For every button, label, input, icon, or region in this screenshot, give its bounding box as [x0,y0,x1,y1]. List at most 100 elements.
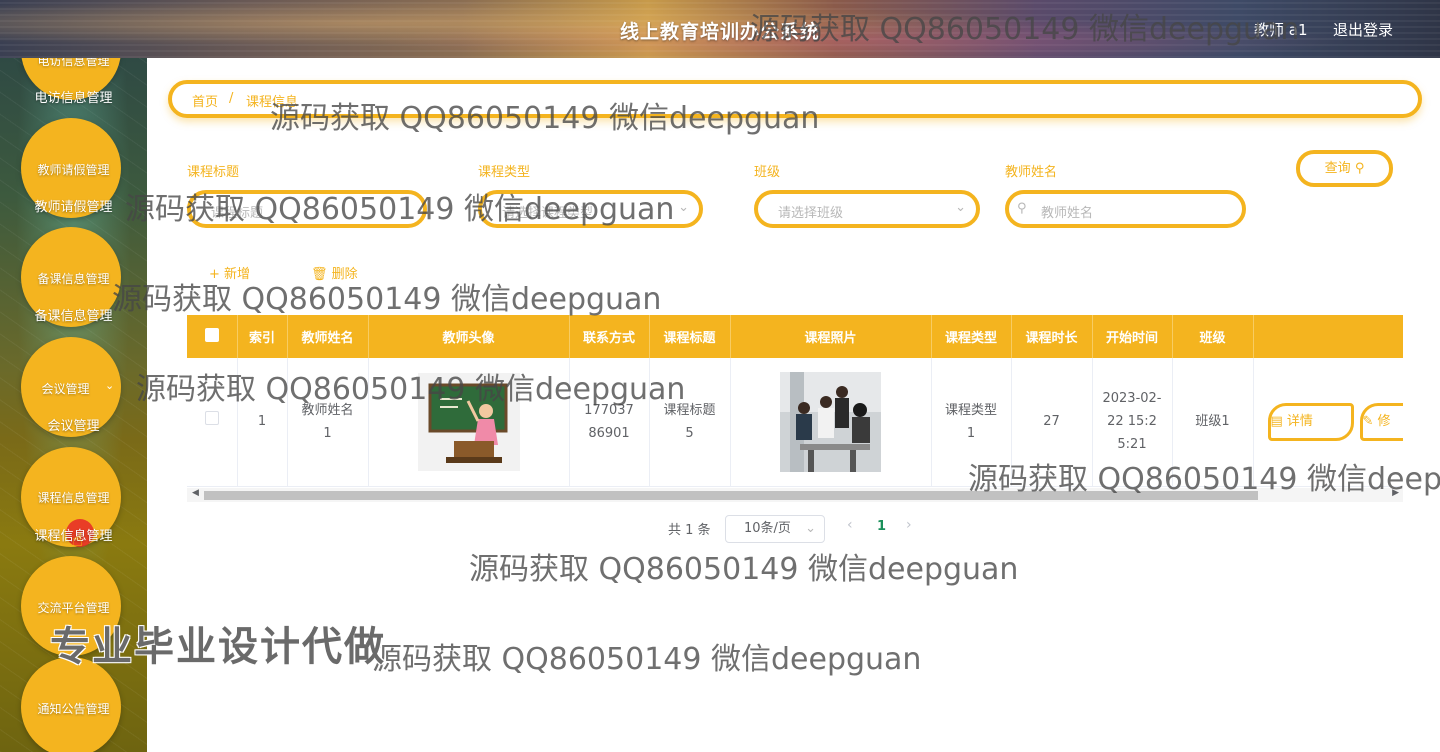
cell-teacher-name: 教师姓名1 [287,358,369,487]
start-time-text: 2023-02-22 15:25:21 [1102,391,1162,453]
scrollbar-thumb[interactable] [204,491,1258,500]
sidebar-item-label: 会议管理 [41,382,90,396]
search-icon: ⚲ [1017,201,1027,216]
breadcrumb-home[interactable]: 首页 [192,91,218,110]
edit-button[interactable]: ✎ 修 [1359,402,1403,441]
course-title-label: 课程标题 [187,165,240,180]
course-type-text: 课程类型1 [944,402,997,441]
column-header: 课程照片 [730,315,932,358]
watermark-text: 源码获取 QQ86050149 微信deepguan [112,282,662,317]
cell-phone: 17703786901 [569,358,650,487]
trash-icon: 🗑 [311,267,332,282]
column-header: 课程类型 [931,315,1012,358]
sidebar-item-phone-visit[interactable]: 电访信息管理 [0,87,147,106]
column-header: 教师姓名 [287,315,369,358]
detail-button[interactable]: ▤ 详情 [1267,402,1354,441]
cell-index: 1 [237,358,288,487]
breadcrumb: 首页 / 课程信息 [168,80,1422,118]
pencil-icon: ✎ [1362,413,1378,429]
delete-button-label: 删除 [331,267,358,282]
table-header-row: 索引 教师姓名 教师头像 联系方式 课程标题 课程照片 课程类型 课程时长 开始… [187,315,1403,358]
prev-page-button[interactable]: ‹ [847,517,853,533]
cell-duration: 27 [1011,358,1093,487]
scroll-right-icon[interactable]: ▶ [1392,488,1399,498]
query-button-label: 查询 [1324,161,1351,176]
chevron-down-icon: ⌄ [678,200,689,215]
select-all-checkbox[interactable] [204,327,219,342]
course-title-input[interactable]: 课程标题 [187,190,427,228]
table-row: 1 教师姓名1 17703786901 课程标题5 课程类型1 27 2023-… [187,358,1403,487]
course-type-placeholder: 请选择课程类型 [502,206,594,221]
page-number[interactable]: 1 [877,519,886,534]
cell-course-photo [730,358,932,487]
document-icon: ▤ [1270,413,1287,429]
cell-teacher-avatar [368,358,570,487]
course-type-label: 课程类型 [478,165,531,180]
class-label: 班级 [754,165,781,180]
horizontal-scrollbar[interactable]: ◀ ▶ [187,488,1403,502]
cell-start-time: 2023-02-22 15:25:21 [1092,358,1173,487]
class-select[interactable]: 请选择班级 ⌄ [754,190,980,228]
sidebar-subitem-teacher-leave[interactable]: 教师请假管理 [0,196,147,215]
course-title-text: 课程标题5 [663,402,716,441]
teacher-name-label: 教师姓名 [1005,165,1058,180]
edit-button-label: 修 [1377,413,1391,429]
teacher-name-placeholder: 教师姓名 [1041,206,1094,221]
row-select-cell[interactable] [187,358,238,487]
top-bar: 线上教育培训办公系统 教师 a1 退出登录 [0,0,1440,58]
chevron-down-icon: ⌄ [805,521,816,536]
course-table: 索引 教师姓名 教师头像 联系方式 课程标题 课程照片 课程类型 课程时长 开始… [187,315,1403,503]
sidebar-item-label: 备课信息管理 [37,272,110,286]
delete-button[interactable]: 🗑 删除 [311,263,358,282]
plus-icon: + [209,267,225,282]
class-placeholder: 请选择班级 [778,206,844,221]
teacher-name-text: 教师姓名1 [301,402,354,441]
chevron-down-icon: ⌄ [955,200,966,215]
cell-course-type: 课程类型1 [931,358,1012,487]
sidebar-item-label: 教师请假管理 [37,163,110,177]
current-user[interactable]: 教师 a1 [1254,19,1308,40]
phone-text: 17703786901 [584,402,634,441]
query-button[interactable]: 查询 ⚲ [1296,150,1393,187]
watermark-text: 源码获取 QQ86050149 微信deepguan [372,642,922,677]
app-title: 线上教育培训办公系统 [620,21,821,43]
detail-button-label: 详情 [1286,413,1313,429]
hand-cursor-icon: ☝ [72,530,83,551]
breadcrumb-current: 课程信息 [246,95,299,110]
chevron-down-icon: ⌄ [105,379,115,392]
search-icon: ⚲ [1354,161,1365,176]
scroll-left-icon[interactable]: ◀ [192,488,199,498]
sidebar-subitem-meeting[interactable]: 会议管理 [0,415,147,434]
teacher-name-input[interactable]: ⚲ 教师姓名 [1005,190,1246,228]
next-page-button[interactable]: › [906,517,912,533]
sidebar-subitem-lesson-prep[interactable]: 备课信息管理 [0,305,147,324]
column-header: 联系方式 [569,315,650,358]
logout-button[interactable]: 退出登录 [1333,19,1393,40]
column-header: 索引 [237,315,288,358]
column-header: 课程时长 [1011,315,1093,358]
sidebar-item-label: 电访信息管理 [37,58,110,68]
column-header: 班级 [1172,315,1254,358]
teacher-avatar-image [417,372,520,471]
cell-course-title: 课程标题5 [649,358,731,487]
course-photo-image [780,371,881,472]
pagination-total: 共 1 条 [668,523,711,538]
page-size-value: 10条/页 [744,521,791,536]
cell-actions: ▤ 详情 ✎ 修 [1253,358,1403,487]
column-header: 课程标题 [649,315,731,358]
watermark-text: 源码获取 QQ86050149 微信deepguan [469,552,1019,587]
promo-watermark: 专业毕业设计代做 [50,624,386,670]
course-type-select[interactable]: 请选择课程类型 ⌄ [478,190,703,228]
row-checkbox[interactable] [204,411,219,426]
column-header: 教师头像 [368,315,570,358]
sidebar-item-label: 课程信息管理 [37,491,110,505]
column-header: 操作 [1253,315,1403,358]
add-button[interactable]: + 新增 [209,263,250,282]
breadcrumb-separator: / [229,91,234,106]
page-size-select[interactable]: 10条/页 ⌄ [725,515,825,543]
select-all-header[interactable] [187,315,238,358]
course-title-placeholder: 课程标题 [211,206,264,221]
add-button-label: 新增 [224,267,251,282]
sidebar-item-label: 通知公告管理 [37,702,110,716]
cell-class: 班级1 [1172,358,1254,487]
